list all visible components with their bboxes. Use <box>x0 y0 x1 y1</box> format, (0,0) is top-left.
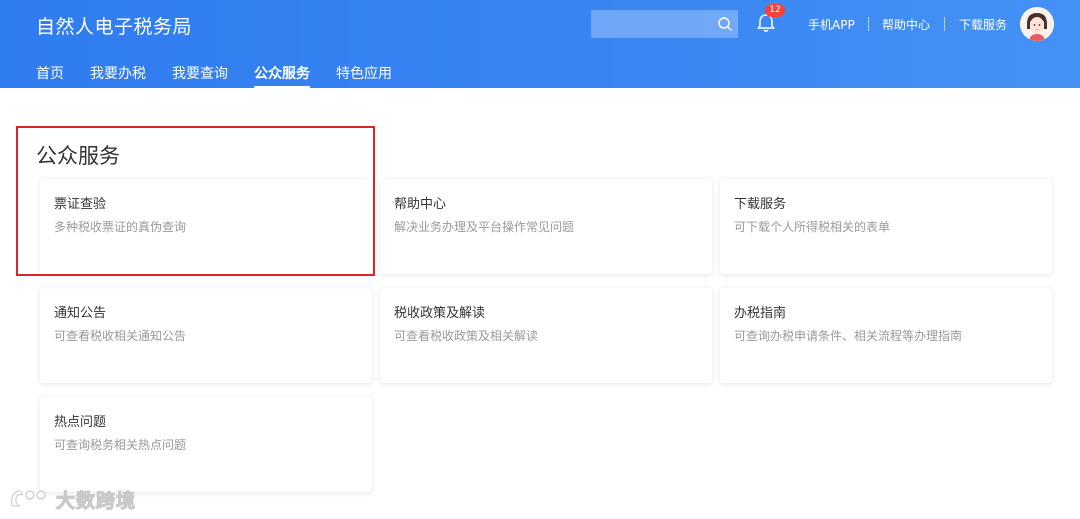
card-title: 办税指南 <box>734 306 787 321</box>
nav-item-tax-handling[interactable]: 我要办税 <box>90 63 146 88</box>
card-description: 可查看税收相关通知公告 <box>54 329 187 343</box>
nav-item-public-service[interactable]: 公众服务 <box>254 63 310 88</box>
card-tax-guide[interactable]: 办税指南 可查询办税申请条件、相关流程等办理指南 <box>720 288 1052 383</box>
nav-item-featured-apps[interactable]: 特色应用 <box>336 63 392 88</box>
watermark-text: 大数跨境 <box>55 490 137 513</box>
card-description: 可下载个人所得税相关的表单 <box>734 220 891 234</box>
card-tax-policy[interactable]: 税收政策及解读 可查看税收政策及相关解读 <box>380 288 712 383</box>
highlight-annotation <box>16 126 375 276</box>
card-title: 下载服务 <box>734 197 787 212</box>
card-title: 帮助中心 <box>394 197 447 212</box>
card-title: 税收政策及解读 <box>394 306 486 321</box>
card-notices[interactable]: 通知公告 可查看税收相关通知公告 <box>40 288 372 383</box>
top-header: 自然人电子税务局 12 手机APP 帮助中心 下载服务 首页 我要办税 我要查询… <box>0 0 1080 88</box>
divider <box>868 17 869 31</box>
card-title: 通知公告 <box>54 306 107 321</box>
card-help-center[interactable]: 帮助中心 解决业务办理及平台操作常见问题 <box>380 179 712 274</box>
card-title: 热点问题 <box>54 415 107 430</box>
mobile-app-link[interactable]: 手机APP <box>808 16 855 33</box>
main-nav: 首页 我要办税 我要查询 公众服务 特色应用 <box>0 58 1080 88</box>
watermark: 大数跨境 <box>8 484 158 514</box>
card-description: 可查询办税申请条件、相关流程等办理指南 <box>734 329 963 343</box>
card-description: 可查看税收政策及相关解读 <box>394 329 539 343</box>
watermark-logo-icon <box>11 490 46 507</box>
download-link[interactable]: 下载服务 <box>959 16 1007 33</box>
nav-item-query[interactable]: 我要查询 <box>172 63 228 88</box>
card-hot-issues[interactable]: 热点问题 可查询税务相关热点问题 <box>40 397 372 492</box>
search-box[interactable] <box>591 10 738 38</box>
nav-item-home[interactable]: 首页 <box>36 63 64 88</box>
card-description: 解决业务办理及平台操作常见问题 <box>394 220 575 234</box>
user-avatar-icon <box>1020 7 1054 41</box>
divider <box>944 17 945 31</box>
avatar[interactable] <box>1020 7 1054 41</box>
help-center-link[interactable]: 帮助中心 <box>882 16 930 33</box>
search-input[interactable] <box>591 10 738 38</box>
card-description: 可查询税务相关热点问题 <box>54 438 187 452</box>
search-icon[interactable] <box>717 16 733 32</box>
notification-badge: 12 <box>765 4 785 17</box>
card-download-service[interactable]: 下载服务 可下载个人所得税相关的表单 <box>720 179 1052 274</box>
app-title: 自然人电子税务局 <box>36 16 193 38</box>
